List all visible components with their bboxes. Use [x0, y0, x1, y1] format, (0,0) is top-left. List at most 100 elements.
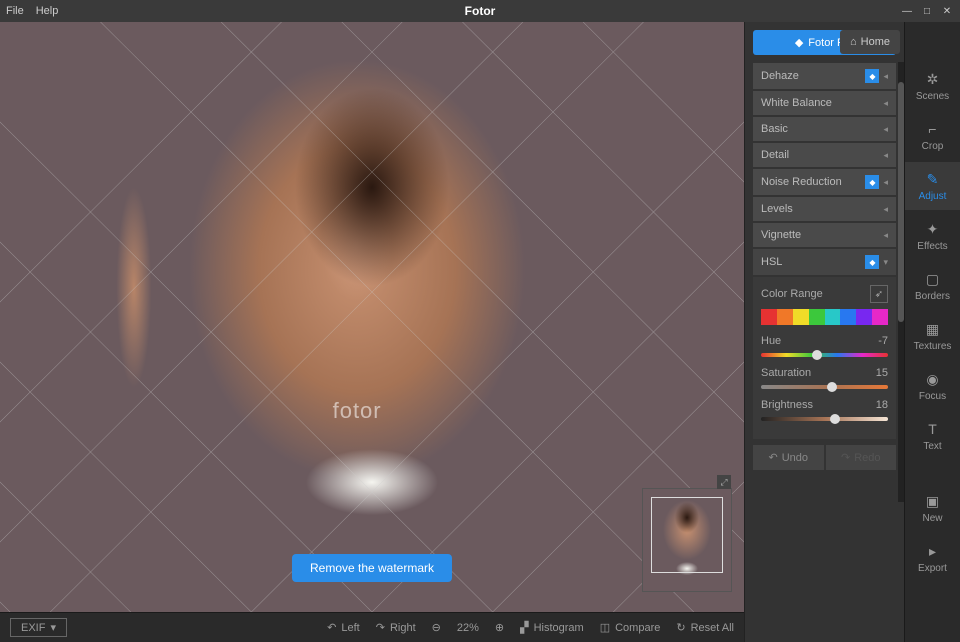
rail-label: Crop — [922, 141, 944, 152]
brightness-slider-thumb[interactable] — [830, 414, 840, 424]
rail-borders[interactable]: ▢Borders — [905, 262, 960, 310]
zoom-in-icon: ⊕ — [495, 621, 504, 634]
reset-icon: ↻ — [676, 621, 685, 634]
accordion-basic[interactable]: Basic◂ — [753, 117, 896, 141]
exif-button[interactable]: EXIF▾ — [10, 618, 67, 637]
photo-content — [0, 22, 744, 612]
color-swatch[interactable] — [872, 309, 888, 325]
color-swatch[interactable] — [840, 309, 856, 325]
navigator-expand-icon[interactable]: ⤢ — [717, 475, 731, 489]
bottom-toolbar: EXIF▾ ↶Left ↷Right ⊖ 22% ⊕ ▞Histogram ◫C… — [0, 612, 744, 642]
color-range-strip[interactable] — [761, 309, 888, 325]
rail-label: Text — [923, 441, 941, 452]
navigator-viewport-box[interactable] — [651, 497, 723, 573]
chevron-left-icon: ◂ — [883, 71, 888, 82]
zoom-level: 22% — [457, 622, 479, 634]
hue-slider-thumb[interactable] — [812, 350, 822, 360]
brightness-slider-group: Brightness18 — [761, 399, 888, 421]
chevron-left-icon: ◂ — [883, 98, 888, 109]
saturation-slider-group: Saturation15 — [761, 367, 888, 389]
color-range-label: Color Range — [761, 288, 823, 300]
titlebar: File Help Fotor — □ ✕ — [0, 0, 960, 22]
rail-label: Scenes — [916, 91, 949, 102]
color-swatch[interactable] — [793, 309, 809, 325]
pro-badge-icon: ◆ — [865, 175, 879, 189]
rail-effects[interactable]: ✦Effects — [905, 212, 960, 260]
accordion-white-balance[interactable]: White Balance◂ — [753, 91, 896, 115]
scrollbar-thumb[interactable] — [898, 82, 904, 322]
watermark: fotor — [333, 398, 382, 424]
rail-new[interactable]: ▣ New — [905, 484, 960, 532]
rail-textures[interactable]: ▦ Textures — [905, 312, 960, 360]
panel-scrollbar[interactable] — [898, 62, 904, 502]
undo-button[interactable]: ↶Undo — [753, 445, 824, 470]
crop-icon: ⌐ — [924, 120, 942, 138]
saturation-slider-thumb[interactable] — [827, 382, 837, 392]
minimize-button[interactable]: — — [898, 4, 916, 18]
text-icon: T — [924, 420, 942, 438]
focus-icon: ◉ — [924, 370, 942, 388]
chevron-down-icon: ▾ — [50, 621, 56, 634]
compare-button[interactable]: ◫Compare — [600, 621, 661, 634]
reset-all-button[interactable]: ↻Reset All — [676, 621, 734, 634]
chevron-left-icon: ◂ — [883, 204, 888, 215]
menu-help[interactable]: Help — [36, 5, 59, 17]
rail-label: New — [922, 513, 942, 524]
brightness-slider[interactable] — [761, 417, 888, 421]
rotate-left-button[interactable]: ↶Left — [327, 621, 360, 634]
histogram-icon: ▞ — [520, 621, 528, 634]
eyedropper-button[interactable]: ➶ — [870, 285, 888, 303]
accordion-detail[interactable]: Detail◂ — [753, 143, 896, 167]
brightness-label: Brightness — [761, 399, 813, 411]
color-swatch[interactable] — [809, 309, 825, 325]
rail-label: Adjust — [919, 191, 947, 202]
rail-focus[interactable]: ◉ Focus — [905, 362, 960, 410]
home-button[interactable]: ⌂Home — [840, 30, 900, 54]
histogram-button[interactable]: ▞Histogram — [520, 621, 584, 634]
export-icon: ▸ — [924, 542, 942, 560]
pro-badge-icon: ◆ — [865, 255, 879, 269]
canvas[interactable]: fotor Remove the watermark ⤢ — [0, 22, 744, 612]
accordion-noise-reduction[interactable]: Noise Reduction◆◂ — [753, 169, 896, 195]
new-icon: ▣ — [924, 492, 942, 510]
accordion-dehaze[interactable]: Dehaze◆◂ — [753, 63, 896, 89]
rail-export[interactable]: ▸Export — [905, 534, 960, 582]
adjust-panel: ◆Fotor Pro Dehaze◆◂White Balance◂Basic◂D… — [744, 22, 904, 642]
chevron-down-icon: ▾ — [883, 257, 888, 268]
accordion-levels[interactable]: Levels◂ — [753, 197, 896, 221]
undo-icon: ↶ — [768, 451, 777, 464]
menu-file[interactable]: File — [6, 5, 24, 17]
color-swatch[interactable] — [856, 309, 872, 325]
rail-label: Effects — [917, 241, 947, 252]
chevron-left-icon: ◂ — [883, 177, 888, 188]
rotate-left-icon: ↶ — [327, 621, 336, 634]
redo-button[interactable]: ↷Redo — [826, 445, 897, 470]
rail-label: Focus — [919, 391, 946, 402]
rail-label: Textures — [914, 341, 952, 352]
remove-watermark-button[interactable]: Remove the watermark — [292, 554, 452, 582]
saturation-slider[interactable] — [761, 385, 888, 389]
accordion-vignette[interactable]: Vignette◂ — [753, 223, 896, 247]
rail-text[interactable]: T Text — [905, 412, 960, 460]
zoom-out-button[interactable]: ⊖ — [432, 621, 441, 634]
saturation-label: Saturation — [761, 367, 811, 379]
maximize-button[interactable]: □ — [918, 4, 936, 18]
color-swatch[interactable] — [761, 309, 777, 325]
rotate-right-button[interactable]: ↷Right — [376, 621, 416, 634]
hsl-panel: Color Range ➶ Hue-7 Saturation15 Brightnes… — [753, 277, 896, 439]
hue-slider-group: Hue-7 — [761, 335, 888, 357]
close-button[interactable]: ✕ — [938, 4, 956, 18]
navigator-panel[interactable]: ⤢ — [642, 488, 732, 592]
borders-icon: ▢ — [924, 270, 942, 288]
color-swatch[interactable] — [825, 309, 841, 325]
rail-crop[interactable]: ⌐ Crop — [905, 112, 960, 160]
accordion-hsl[interactable]: HSL◆▾ — [753, 249, 896, 275]
hue-slider[interactable] — [761, 353, 888, 357]
textures-icon: ▦ — [924, 320, 942, 338]
rail-scenes[interactable]: ✲Scenes — [905, 62, 960, 110]
zoom-in-button[interactable]: ⊕ — [495, 621, 504, 634]
canvas-area: fotor Remove the watermark ⤢ EXIF▾ ↶Left… — [0, 22, 744, 642]
hue-value: -7 — [878, 335, 888, 347]
rail-adjust[interactable]: ✎Adjust — [905, 162, 960, 210]
color-swatch[interactable] — [777, 309, 793, 325]
